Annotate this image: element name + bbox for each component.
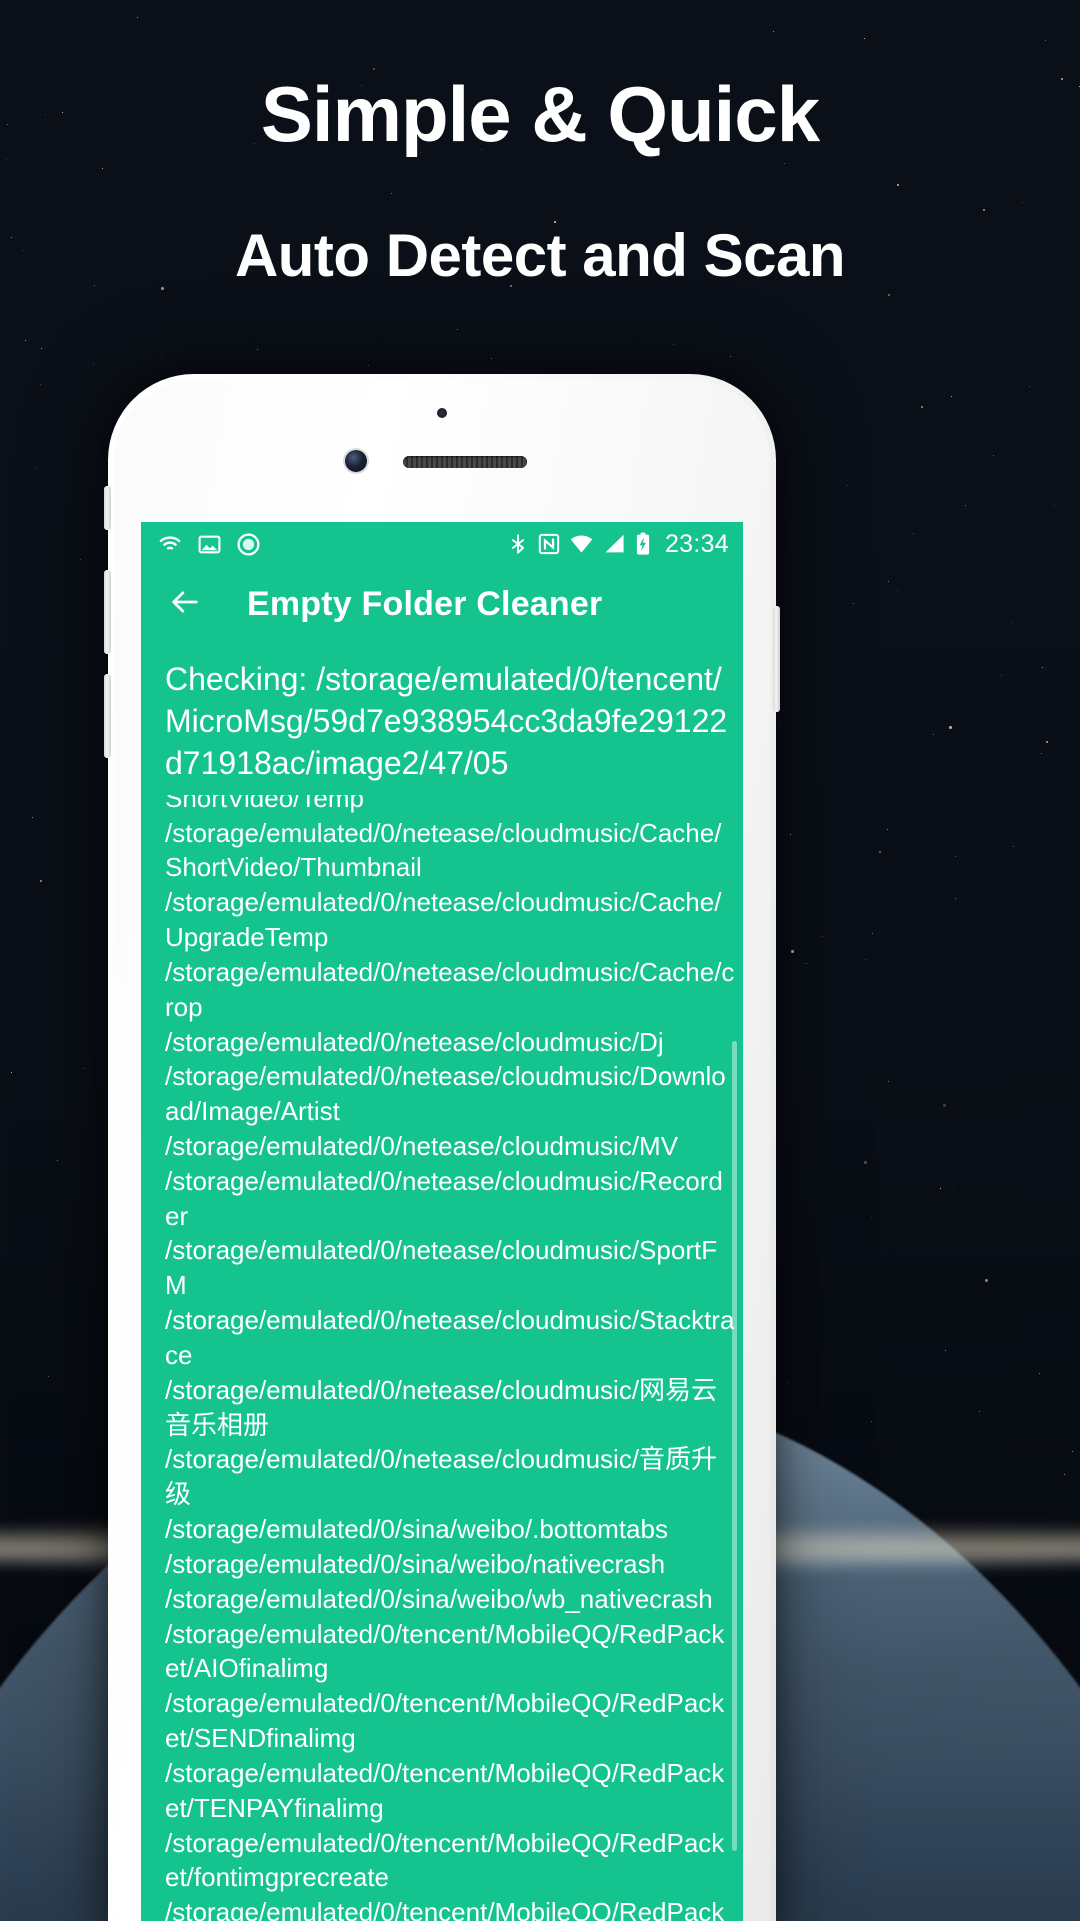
- list-item: /storage/emulated/0/sina/weibo/wb_native…: [165, 1583, 713, 1614]
- list-item: /storage/emulated/0/netease/cloudmusic/S…: [165, 1235, 718, 1301]
- phone-proximity-sensor: [437, 408, 447, 418]
- bluetooth-icon: [507, 532, 529, 556]
- page-title: Empty Folder Cleaner: [247, 584, 603, 623]
- list-item: /storage/emulated/0/netease/cloudmusic/R…: [165, 1165, 723, 1231]
- wifi-icon: [157, 531, 183, 557]
- list-item: /storage/emulated/0/netease/cloudmusic/C…: [165, 887, 722, 953]
- status-bar-left-icons: [157, 531, 261, 557]
- list-item: /storage/emulated/0/tencent/MobileQQ/Red…: [165, 1897, 725, 1921]
- phone-volume-down-button: [104, 674, 111, 758]
- phone-front-camera: [345, 450, 367, 472]
- wifi-signal-icon: [569, 533, 594, 555]
- list-item: /storage/emulated/0/netease/cloudmusic/D…: [165, 1026, 664, 1057]
- checking-status-text: Checking: /storage/emulated/0/tencent/Mi…: [165, 661, 728, 782]
- back-button[interactable]: [163, 582, 207, 626]
- list-item: ShortVideo/Temp: [165, 794, 364, 813]
- phone-mockup: 23:34 Empty Folder Cleaner Checking: /st…: [104, 374, 780, 1921]
- list-item: /storage/emulated/0/netease/cloudmusic/D…: [165, 1061, 726, 1127]
- list-item: /storage/emulated/0/netease/cloudmusic/C…: [165, 956, 735, 1022]
- phone-mute-switch: [104, 486, 111, 530]
- cellular-signal-icon: [603, 533, 626, 555]
- list-item: /storage/emulated/0/tencent/MobileQQ/Red…: [165, 1757, 725, 1823]
- promo-stage: Simple & Quick Auto Detect and Scan 23:3…: [0, 0, 1080, 1921]
- list-item: /storage/emulated/0/sina/weibo/nativecra…: [165, 1548, 666, 1579]
- promo-headlines: Simple & Quick Auto Detect and Scan: [0, 0, 1080, 287]
- list-item: /storage/emulated/0/tencent/MobileQQ/Red…: [165, 1688, 725, 1754]
- phone-power-button: [773, 606, 780, 712]
- list-item: /storage/emulated/0/tencent/MobileQQ/Red…: [165, 1618, 725, 1684]
- list-item: /storage/emulated/0/netease/cloudmusic/网…: [165, 1374, 718, 1440]
- list-item: /storage/emulated/0/netease/cloudmusic/C…: [165, 817, 722, 883]
- headline-secondary: Auto Detect and Scan: [234, 221, 846, 289]
- battery-charging-icon: [635, 532, 651, 556]
- status-bar: 23:34: [141, 522, 743, 566]
- list-item: /storage/emulated/0/netease/cloudmusic/音…: [165, 1444, 718, 1510]
- status-bar-right-icons: 23:34: [507, 530, 729, 559]
- app-bar: Empty Folder Cleaner: [141, 566, 743, 642]
- nfc-icon: [538, 533, 560, 555]
- vertical-scrollbar[interactable]: [732, 1040, 737, 1851]
- image-icon: [197, 532, 222, 557]
- list-item: /storage/emulated/0/tencent/MobileQQ/Red…: [165, 1827, 725, 1893]
- circle-record-icon: [236, 532, 261, 557]
- headline-primary: Simple & Quick: [260, 70, 820, 158]
- scanned-paths-list[interactable]: ShortVideo/Temp/storage/emulated/0/netea…: [141, 794, 743, 1921]
- arrow-left-icon: [168, 585, 202, 624]
- status-bar-clock: 23:34: [664, 529, 729, 558]
- list-item: /storage/emulated/0/netease/cloudmusic/M…: [165, 1130, 679, 1161]
- list-item: /storage/emulated/0/sina/weibo/.bottomta…: [165, 1514, 668, 1545]
- path-list-container: ShortVideo/Temp/storage/emulated/0/netea…: [165, 795, 735, 1921]
- phone-volume-up-button: [104, 570, 111, 654]
- phone-screen: 23:34 Empty Folder Cleaner Checking: /st…: [141, 522, 743, 1921]
- phone-earpiece-speaker: [403, 456, 527, 468]
- list-item: /storage/emulated/0/netease/cloudmusic/S…: [165, 1305, 735, 1370]
